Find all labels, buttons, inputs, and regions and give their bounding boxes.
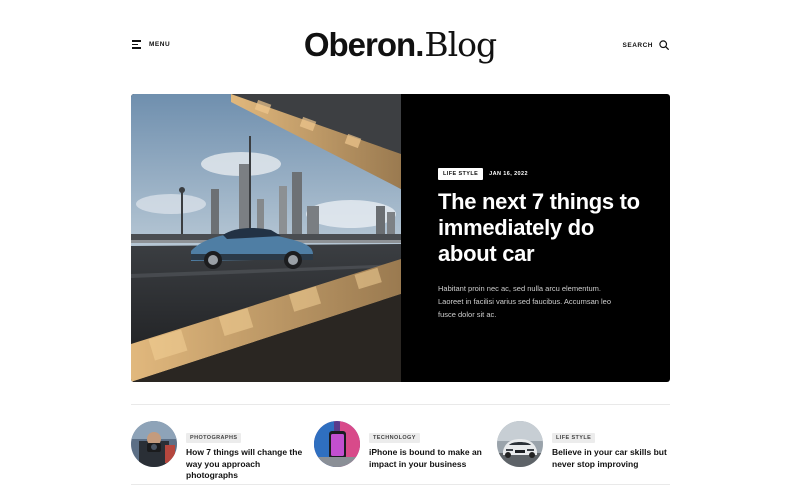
post-category-tag[interactable]: LIFE STYLE (552, 433, 596, 443)
featured-date: JAN 16, 2022 (489, 171, 528, 177)
site-header: MENU Oberon.Blog SEARCH (0, 0, 800, 95)
post-card-body: TECHNOLOGY iPhone is bound to make an im… (369, 421, 494, 470)
car-photo-icon (497, 421, 543, 467)
post-card[interactable]: TECHNOLOGY iPhone is bound to make an im… (314, 421, 494, 470)
post-thumbnail[interactable] (497, 421, 543, 467)
post-card[interactable]: LIFE STYLE Believe in your car skills bu… (497, 421, 677, 470)
featured-meta: LIFE STYLE JAN 16, 2022 (438, 168, 648, 180)
featured-category-tag[interactable]: LIFE STYLE (438, 168, 484, 180)
featured-text: LIFE STYLE JAN 16, 2022 The next 7 thing… (438, 168, 648, 321)
featured-image[interactable] (131, 94, 401, 382)
featured-title[interactable]: The next 7 things to immediately do abou… (438, 189, 648, 267)
photographer-photo-icon (131, 421, 177, 467)
post-card-body: LIFE STYLE Believe in your car skills bu… (552, 421, 677, 470)
logo-suffix: Blog (424, 25, 497, 64)
search-button[interactable]: SEARCH (623, 40, 669, 50)
post-title[interactable]: iPhone is bound to make an impact in you… (369, 447, 494, 470)
post-title[interactable]: Believe in your car skills but never sto… (552, 447, 677, 470)
post-thumbnail[interactable] (131, 421, 177, 467)
post-thumbnail[interactable] (314, 421, 360, 467)
divider-top (131, 404, 670, 405)
featured-post[interactable]: LIFE STYLE JAN 16, 2022 The next 7 thing… (131, 94, 670, 382)
post-card-body: PHOTOGRAPHS How 7 things will change the… (186, 421, 311, 482)
iphone-photo-icon (314, 421, 360, 467)
logo-brand: Oberon (303, 26, 416, 63)
logo-dot: . (415, 26, 425, 63)
featured-excerpt: Habitant proin nec ac, sed nulla arcu el… (438, 284, 612, 319)
search-icon (659, 40, 669, 50)
divider-bottom (131, 484, 670, 485)
search-label: SEARCH (622, 41, 653, 49)
post-category-tag[interactable]: TECHNOLOGY (369, 433, 420, 443)
site-logo[interactable]: Oberon.Blog (0, 25, 800, 65)
post-card[interactable]: PHOTOGRAPHS How 7 things will change the… (131, 421, 311, 482)
post-title[interactable]: How 7 things will change the way you app… (186, 447, 311, 482)
post-category-tag[interactable]: PHOTOGRAPHS (186, 433, 242, 443)
